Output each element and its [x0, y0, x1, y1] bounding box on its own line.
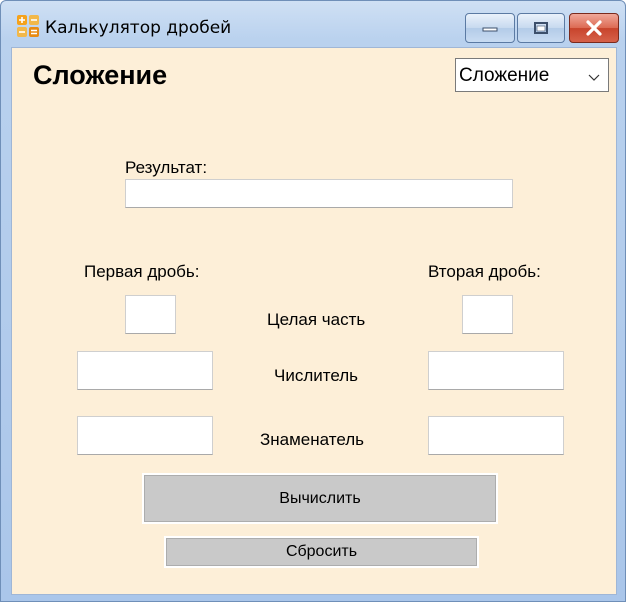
second-fraction-label: Вторая дробь: [428, 262, 541, 281]
second-numerator-field[interactable] [428, 351, 564, 390]
numerator-label: Числитель [274, 366, 359, 385]
operation-select-value: Сложение [459, 65, 550, 86]
result-field[interactable] [125, 179, 513, 208]
first-whole-field[interactable] [125, 295, 176, 334]
first-numerator-field[interactable] [77, 351, 213, 390]
reset-button[interactable]: Сбросить [166, 538, 477, 566]
second-whole-input[interactable] [463, 296, 512, 333]
maximize-button[interactable] [517, 13, 565, 43]
window-title: Калькулятор дробей [45, 18, 232, 38]
title-bar[interactable]: Калькулятор дробей [1, 1, 625, 45]
close-icon [586, 20, 602, 36]
operation-select[interactable]: Сложение [455, 58, 609, 92]
minimize-button[interactable] [465, 13, 515, 43]
calculator-app-icon [17, 15, 39, 37]
denominator-label: Знаменатель [260, 430, 364, 449]
page-title: Сложение [33, 60, 168, 90]
second-denominator-field[interactable] [428, 416, 564, 455]
result-label: Результат: [125, 158, 208, 177]
maximize-icon [534, 22, 548, 34]
close-button[interactable] [569, 13, 619, 43]
chevron-down-icon [588, 69, 600, 87]
second-denominator-input[interactable] [429, 417, 563, 454]
second-numerator-input[interactable] [429, 352, 563, 389]
client-area: Сложение Сложение Результат: Первая дроб… [11, 47, 617, 595]
calculate-button[interactable]: Вычислить [144, 475, 496, 522]
first-numerator-input[interactable] [78, 352, 212, 389]
first-fraction-label: Первая дробь: [84, 262, 200, 281]
whole-part-label: Целая часть [267, 310, 366, 329]
second-whole-field[interactable] [462, 295, 513, 334]
first-denominator-input[interactable] [78, 417, 212, 454]
minimize-icon [482, 27, 498, 32]
first-whole-input[interactable] [126, 296, 175, 333]
first-denominator-field[interactable] [77, 416, 213, 455]
app-window: Калькулятор дробей Сложение Сложение Рез… [0, 0, 626, 602]
result-input[interactable] [126, 180, 512, 207]
